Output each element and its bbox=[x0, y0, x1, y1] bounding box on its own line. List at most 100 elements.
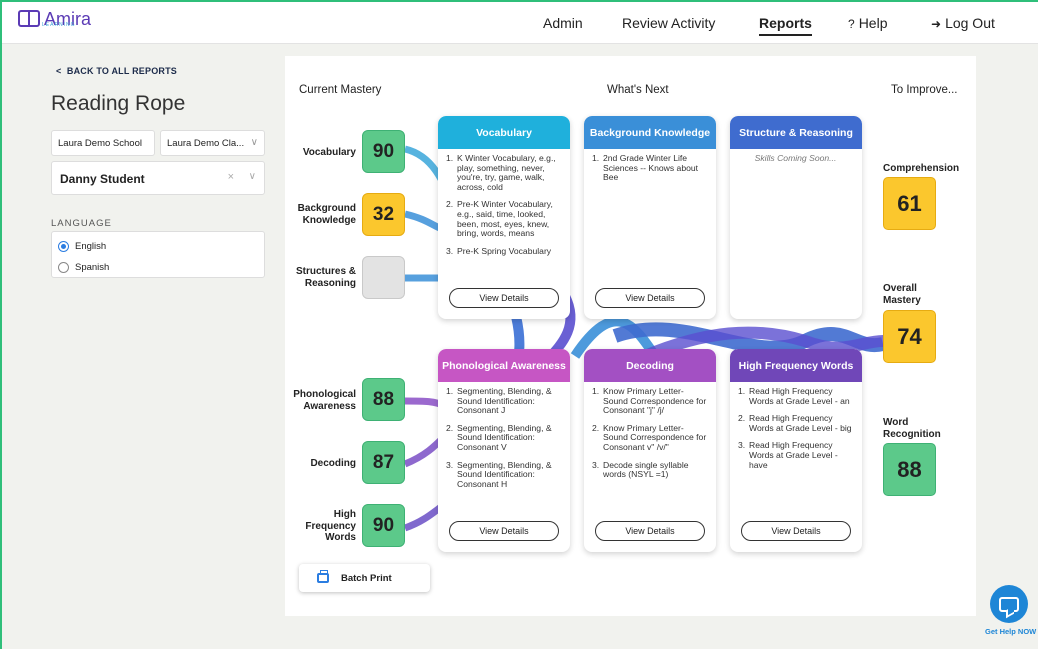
row-label-line: Words bbox=[325, 532, 356, 543]
card-skill-list: 1. K Winter Vocabulary, e.g., play, somet… bbox=[438, 154, 570, 277]
score-decoding[interactable]: 87 bbox=[362, 441, 405, 484]
card-skill-list: 1. 2nd Grade Winter Life Sciences -- Know… bbox=[584, 154, 716, 277]
score-high-frequency-words[interactable]: 90 bbox=[362, 504, 405, 547]
skill-text: Pre-K Winter Vocabulary, e.g., said, tim… bbox=[457, 199, 553, 239]
radio-unselected-icon[interactable] bbox=[58, 262, 69, 273]
help-circle-icon: ? bbox=[848, 17, 855, 31]
coming-soon-text: Skills Coming Soon... bbox=[754, 154, 837, 163]
skill-text: K Winter Vocabulary, e.g., play, somethi… bbox=[457, 154, 556, 192]
card-background-knowledge: Background Knowledge 1. 2nd Grade Winter … bbox=[584, 116, 716, 319]
list-item: 3. Read High Frequency Words at Grade Lev… bbox=[738, 441, 853, 470]
language-option-label: Spanish bbox=[75, 262, 110, 273]
nav-help[interactable]: ? Help bbox=[848, 15, 887, 31]
score-structures-reasoning[interactable] bbox=[362, 256, 405, 299]
skill-text: Read High Frequency Words at Grade Level… bbox=[749, 413, 852, 433]
label-word-recognition: Word Recognition bbox=[883, 417, 941, 440]
get-help-now-label[interactable]: Get Help NOW bbox=[985, 627, 1036, 636]
language-label: LANGUAGE bbox=[51, 218, 112, 229]
card-skill-list: Skills Coming Soon... bbox=[730, 154, 862, 277]
nav-admin[interactable]: Admin bbox=[543, 15, 583, 31]
list-item: 2. Read High Frequency Words at Grade Lev… bbox=[738, 413, 852, 433]
label-comprehension: Comprehension bbox=[883, 163, 959, 175]
student-select-value: Danny Student bbox=[60, 172, 145, 186]
language-options: English Spanish bbox=[51, 231, 265, 278]
radio-selected-icon[interactable] bbox=[58, 241, 69, 252]
right-label-line: Overall bbox=[883, 283, 917, 294]
school-select[interactable]: Laura Demo School bbox=[51, 130, 155, 156]
nav-logout[interactable]: ➜ Log Out bbox=[931, 15, 995, 31]
score-overall-mastery[interactable]: 74 bbox=[883, 310, 936, 363]
list-item: 1. Read High Frequency Words at Grade Lev… bbox=[738, 387, 853, 406]
card-title: Structure & Reasoning bbox=[730, 116, 862, 149]
row-label-decoding: Decoding bbox=[285, 458, 356, 470]
logo-subtext: LEARNING bbox=[42, 22, 76, 28]
row-label-line: High bbox=[333, 509, 356, 520]
skill-text: Know Primary Letter-Sound Correspondence… bbox=[603, 422, 707, 452]
score-vocabulary[interactable]: 90 bbox=[362, 130, 405, 173]
nav-logout-label: Log Out bbox=[945, 15, 995, 31]
row-label-vocabulary: Vocabulary bbox=[285, 147, 356, 159]
view-details-button[interactable]: View Details bbox=[595, 521, 705, 541]
card-high-frequency-words: High Frequency Words 1. Read High Frequen… bbox=[730, 349, 862, 552]
nav-review-activity[interactable]: Review Activity bbox=[622, 15, 715, 31]
skill-text: Read High Frequency Words at Grade Level… bbox=[749, 387, 850, 406]
class-select-value: Laura Demo Cla... bbox=[167, 138, 245, 149]
right-label-line: Word bbox=[883, 417, 909, 428]
score-comprehension[interactable]: 61 bbox=[883, 177, 936, 230]
list-item: 2. Pre-K Winter Vocabulary, e.g., said, t… bbox=[446, 200, 561, 238]
score-background-knowledge[interactable]: 32 bbox=[362, 193, 405, 236]
list-item: 1. K Winter Vocabulary, e.g., play, somet… bbox=[446, 154, 561, 192]
view-details-button[interactable]: View Details bbox=[741, 521, 851, 541]
row-label-structures-reasoning: Structures & Reasoning bbox=[285, 266, 356, 289]
clear-icon[interactable]: × bbox=[228, 171, 234, 183]
help-chat-button[interactable] bbox=[990, 585, 1028, 623]
label-overall-mastery: Overall Mastery bbox=[883, 283, 921, 306]
nav-help-label: Help bbox=[858, 15, 888, 31]
skill-text: Segmenting, Blending, & Sound Identifica… bbox=[457, 387, 552, 416]
card-title: Background Knowledge bbox=[584, 116, 716, 149]
card-vocabulary: Vocabulary 1. K Winter Vocabulary, e.g., … bbox=[438, 116, 570, 319]
school-select-value: Laura Demo School bbox=[58, 138, 142, 149]
header-to-improve: To Improve... bbox=[891, 84, 958, 96]
language-radio-english[interactable]: English bbox=[58, 241, 106, 252]
list-item: 3. Decode single syllable words (NSYL =1) bbox=[592, 459, 707, 480]
right-label-line: Recognition bbox=[883, 428, 941, 440]
view-details-button[interactable]: View Details bbox=[449, 521, 559, 541]
skill-text: Segmenting, Blending, & Sound Identifica… bbox=[457, 422, 552, 452]
view-details-button[interactable]: View Details bbox=[449, 288, 559, 308]
batch-print-button[interactable]: Batch Print bbox=[299, 564, 430, 592]
skill-text: Know Primary Letter-Sound Correspondence… bbox=[603, 387, 707, 416]
list-item: 3. Pre-K Spring Vocabulary bbox=[446, 245, 552, 256]
chevron-down-icon[interactable]: ∨ bbox=[249, 171, 256, 182]
score-phonological-awareness[interactable]: 88 bbox=[362, 378, 405, 421]
card-structure-reasoning: Structure & Reasoning Skills Coming Soon… bbox=[730, 116, 862, 319]
score-word-recognition[interactable]: 88 bbox=[883, 443, 936, 496]
row-label-line: Phonological bbox=[293, 389, 356, 400]
right-label-line: Mastery bbox=[883, 294, 921, 306]
row-label-line: Structures & bbox=[295, 266, 356, 277]
header-whats-next: What's Next bbox=[607, 84, 669, 96]
list-item: 1. 2nd Grade Winter Life Sciences -- Know… bbox=[592, 154, 707, 183]
student-select[interactable]: Danny Student × ∨ bbox=[51, 161, 265, 195]
back-label: BACK TO ALL REPORTS bbox=[66, 66, 178, 76]
batch-print-label: Batch Print bbox=[341, 572, 392, 584]
list-item: 1. Segmenting, Blending, & Sound Identifi… bbox=[446, 387, 561, 416]
page-title: Reading Rope bbox=[51, 92, 186, 115]
row-label-line: Background bbox=[297, 203, 356, 214]
language-option-label: English bbox=[75, 241, 107, 252]
row-label-line: Knowledge bbox=[302, 214, 356, 226]
class-select[interactable]: Laura Demo Cla... ∨ bbox=[160, 130, 265, 156]
list-item: 1. Know Primary Letter-Sound Corresponden… bbox=[592, 387, 707, 416]
card-title: High Frequency Words bbox=[730, 349, 862, 382]
view-details-button[interactable]: View Details bbox=[595, 288, 705, 308]
top-navbar: Amira LEARNING Admin Review Activity Rep… bbox=[2, 2, 1038, 44]
skill-text: 2nd Grade Winter Life Sciences -- Knows … bbox=[603, 154, 699, 183]
row-label-line: Awareness bbox=[303, 400, 356, 412]
nav-reports[interactable]: Reports bbox=[759, 15, 812, 36]
skill-text: Pre-K Spring Vocabulary bbox=[457, 245, 552, 256]
back-to-reports-link[interactable]: < BACK TO ALL REPORTS bbox=[56, 66, 177, 76]
skill-text: Decode single syllable words (NSYL =1) bbox=[603, 459, 689, 480]
list-item: 2. Segmenting, Blending, & Sound Identifi… bbox=[446, 422, 561, 453]
reading-rope-panel: Current Mastery What's Next To Improve..… bbox=[285, 56, 976, 616]
language-radio-spanish[interactable]: Spanish bbox=[58, 262, 109, 273]
